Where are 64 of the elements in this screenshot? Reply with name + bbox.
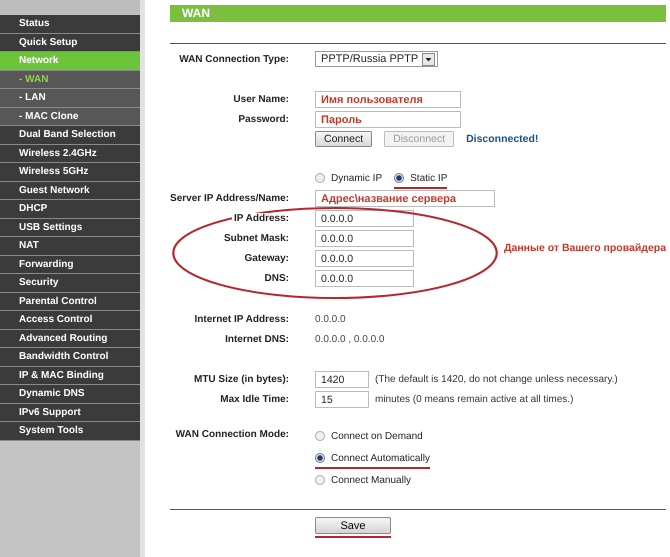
sidebar-item[interactable]: Quick Setup bbox=[0, 34, 140, 52]
sidebar-item[interactable]: Status bbox=[0, 15, 140, 34]
sidebar-item[interactable]: Bandwidth Control bbox=[0, 348, 140, 366]
radio-button[interactable] bbox=[315, 453, 325, 463]
radio-button[interactable] bbox=[315, 475, 325, 485]
field-label: Max Idle Time: bbox=[219, 394, 289, 404]
field-label: DNS: bbox=[262, 272, 289, 284]
sidebar-item[interactable]: Security bbox=[0, 274, 140, 292]
sidebar-item[interactable]: - MAC Clone bbox=[0, 108, 140, 126]
field-label: User Name: bbox=[232, 94, 289, 104]
field-label: WAN Connection Mode: bbox=[174, 429, 289, 440]
input-field[interactable]: 0.0.0.0 bbox=[315, 230, 414, 246]
user-name-field[interactable]: Имя пользователя bbox=[315, 90, 461, 108]
radio-button[interactable] bbox=[315, 431, 325, 441]
page-title: WAN bbox=[170, 5, 666, 22]
connection-mode-option[interactable]: Connect Automatically bbox=[315, 451, 430, 469]
field-label: IP Address: bbox=[232, 212, 289, 224]
field-value: 0.0.0.0 bbox=[315, 314, 346, 324]
sidebar-item[interactable]: System Tools bbox=[0, 422, 140, 440]
sidebar-item[interactable]: DHCP bbox=[0, 200, 140, 218]
sidebar-item[interactable]: Dynamic DNS bbox=[0, 385, 140, 404]
sidebar-item[interactable]: - WAN bbox=[0, 70, 140, 89]
input-field[interactable]: 0.0.0.0 bbox=[315, 270, 414, 286]
input-field[interactable]: 0.0.0.0 bbox=[315, 250, 414, 266]
sidebar-item[interactable]: IP & MAC Binding bbox=[0, 366, 140, 385]
radio-button[interactable] bbox=[315, 173, 325, 183]
sidebar-item[interactable]: - LAN bbox=[0, 89, 140, 108]
sidebar-item[interactable]: Dual Band Selection bbox=[0, 126, 140, 144]
field-label: Gateway: bbox=[242, 252, 289, 264]
field-label: Internet IP Address: bbox=[194, 314, 289, 324]
sidebar-item[interactable]: USB Settings bbox=[0, 218, 140, 237]
sidebar-item[interactable]: Access Control bbox=[0, 311, 140, 330]
field-hint: minutes (0 means remain active at all times.) bbox=[375, 394, 574, 404]
field-label: MTU Size (in bytes): bbox=[192, 374, 289, 384]
sidebar-item[interactable]: NAT bbox=[0, 237, 140, 256]
caret-icon bbox=[422, 52, 435, 66]
sidebar-item[interactable]: Forwarding bbox=[0, 256, 140, 274]
sidebar-item[interactable]: Parental Control bbox=[0, 292, 140, 311]
connection-type-dropdown[interactable]: PPTP/Russia PPTP bbox=[315, 51, 438, 67]
sidebar-item[interactable]: Advanced Routing bbox=[0, 330, 140, 348]
connection-status: Disconnected! bbox=[466, 133, 538, 145]
sidebar-item[interactable]: IPv6 Support bbox=[0, 404, 140, 422]
connect-button[interactable]: Connect bbox=[315, 131, 372, 147]
mtu-field[interactable]: 1420 bbox=[315, 370, 369, 388]
save-button[interactable]: Save bbox=[315, 517, 391, 534]
field-label: Internet DNS: bbox=[224, 334, 289, 344]
connection-mode-option[interactable]: Connect on Demand bbox=[315, 429, 430, 447]
sidebar-item[interactable]: Guest Network bbox=[0, 182, 140, 200]
field-label: Password: bbox=[237, 114, 289, 124]
sidebar-item[interactable]: Wireless 5GHz bbox=[0, 163, 140, 182]
idle-time-field[interactable]: 15 bbox=[315, 390, 369, 408]
field-label: Subnet Mask: bbox=[222, 232, 289, 244]
field-label: WAN Connection Type: bbox=[178, 54, 289, 64]
field-hint: (The default is 1420, do not change unless necessary.) bbox=[375, 374, 618, 384]
radio-button[interactable] bbox=[394, 173, 404, 183]
ip-mode-option[interactable]: Dynamic IP bbox=[315, 171, 382, 189]
password-field[interactable]: Пароль bbox=[315, 110, 461, 128]
field-value: 0.0.0.0 , 0.0.0.0 bbox=[315, 334, 384, 344]
field-label: Server IP Address/Name: bbox=[170, 192, 289, 204]
input-field[interactable]: 0.0.0.0 bbox=[315, 210, 414, 226]
connection-mode-option[interactable]: Connect Manually bbox=[315, 473, 430, 491]
server-field[interactable]: Адрес\название сервера bbox=[315, 190, 495, 206]
sidebar-item[interactable]: Wireless 2.4GHz bbox=[0, 144, 140, 163]
annotation-note: Данные от Вашего провайдера bbox=[504, 242, 666, 254]
